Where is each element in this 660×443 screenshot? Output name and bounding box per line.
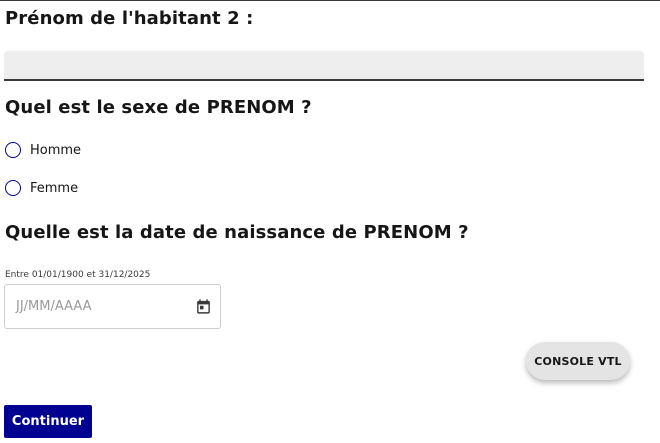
radio-button-femme[interactable] [5, 180, 21, 196]
radio-option-homme[interactable]: Homme [5, 140, 81, 160]
firstname-question-label: Prénom de l'habitant 2 : [5, 8, 254, 29]
continue-button[interactable]: Continuer [4, 405, 92, 438]
radio-button-homme[interactable] [5, 142, 21, 158]
radio-label-femme: Femme [30, 180, 79, 196]
questionnaire-page: Prénom de l'habitant 2 : Quel est le sex… [0, 0, 660, 443]
birthdate-hint: Entre 01/01/1900 et 31/12/2025 [5, 270, 151, 280]
birthdate-question-label: Quelle est la date de naissance de PRENO… [5, 222, 469, 243]
radio-option-femme[interactable]: Femme [5, 178, 78, 198]
sex-question-label: Quel est le sexe de PRENOM ? [5, 97, 312, 118]
date-placeholder: JJ/MM/AAAA [16, 299, 92, 314]
top-divider [0, 0, 660, 1]
firstname-input[interactable] [4, 51, 644, 81]
radio-label-homme: Homme [30, 142, 82, 158]
calendar-icon[interactable] [195, 298, 212, 315]
birthdate-input[interactable]: JJ/MM/AAAA [4, 284, 221, 329]
console-vtl-button[interactable]: CONSOLE VTL [526, 342, 630, 380]
